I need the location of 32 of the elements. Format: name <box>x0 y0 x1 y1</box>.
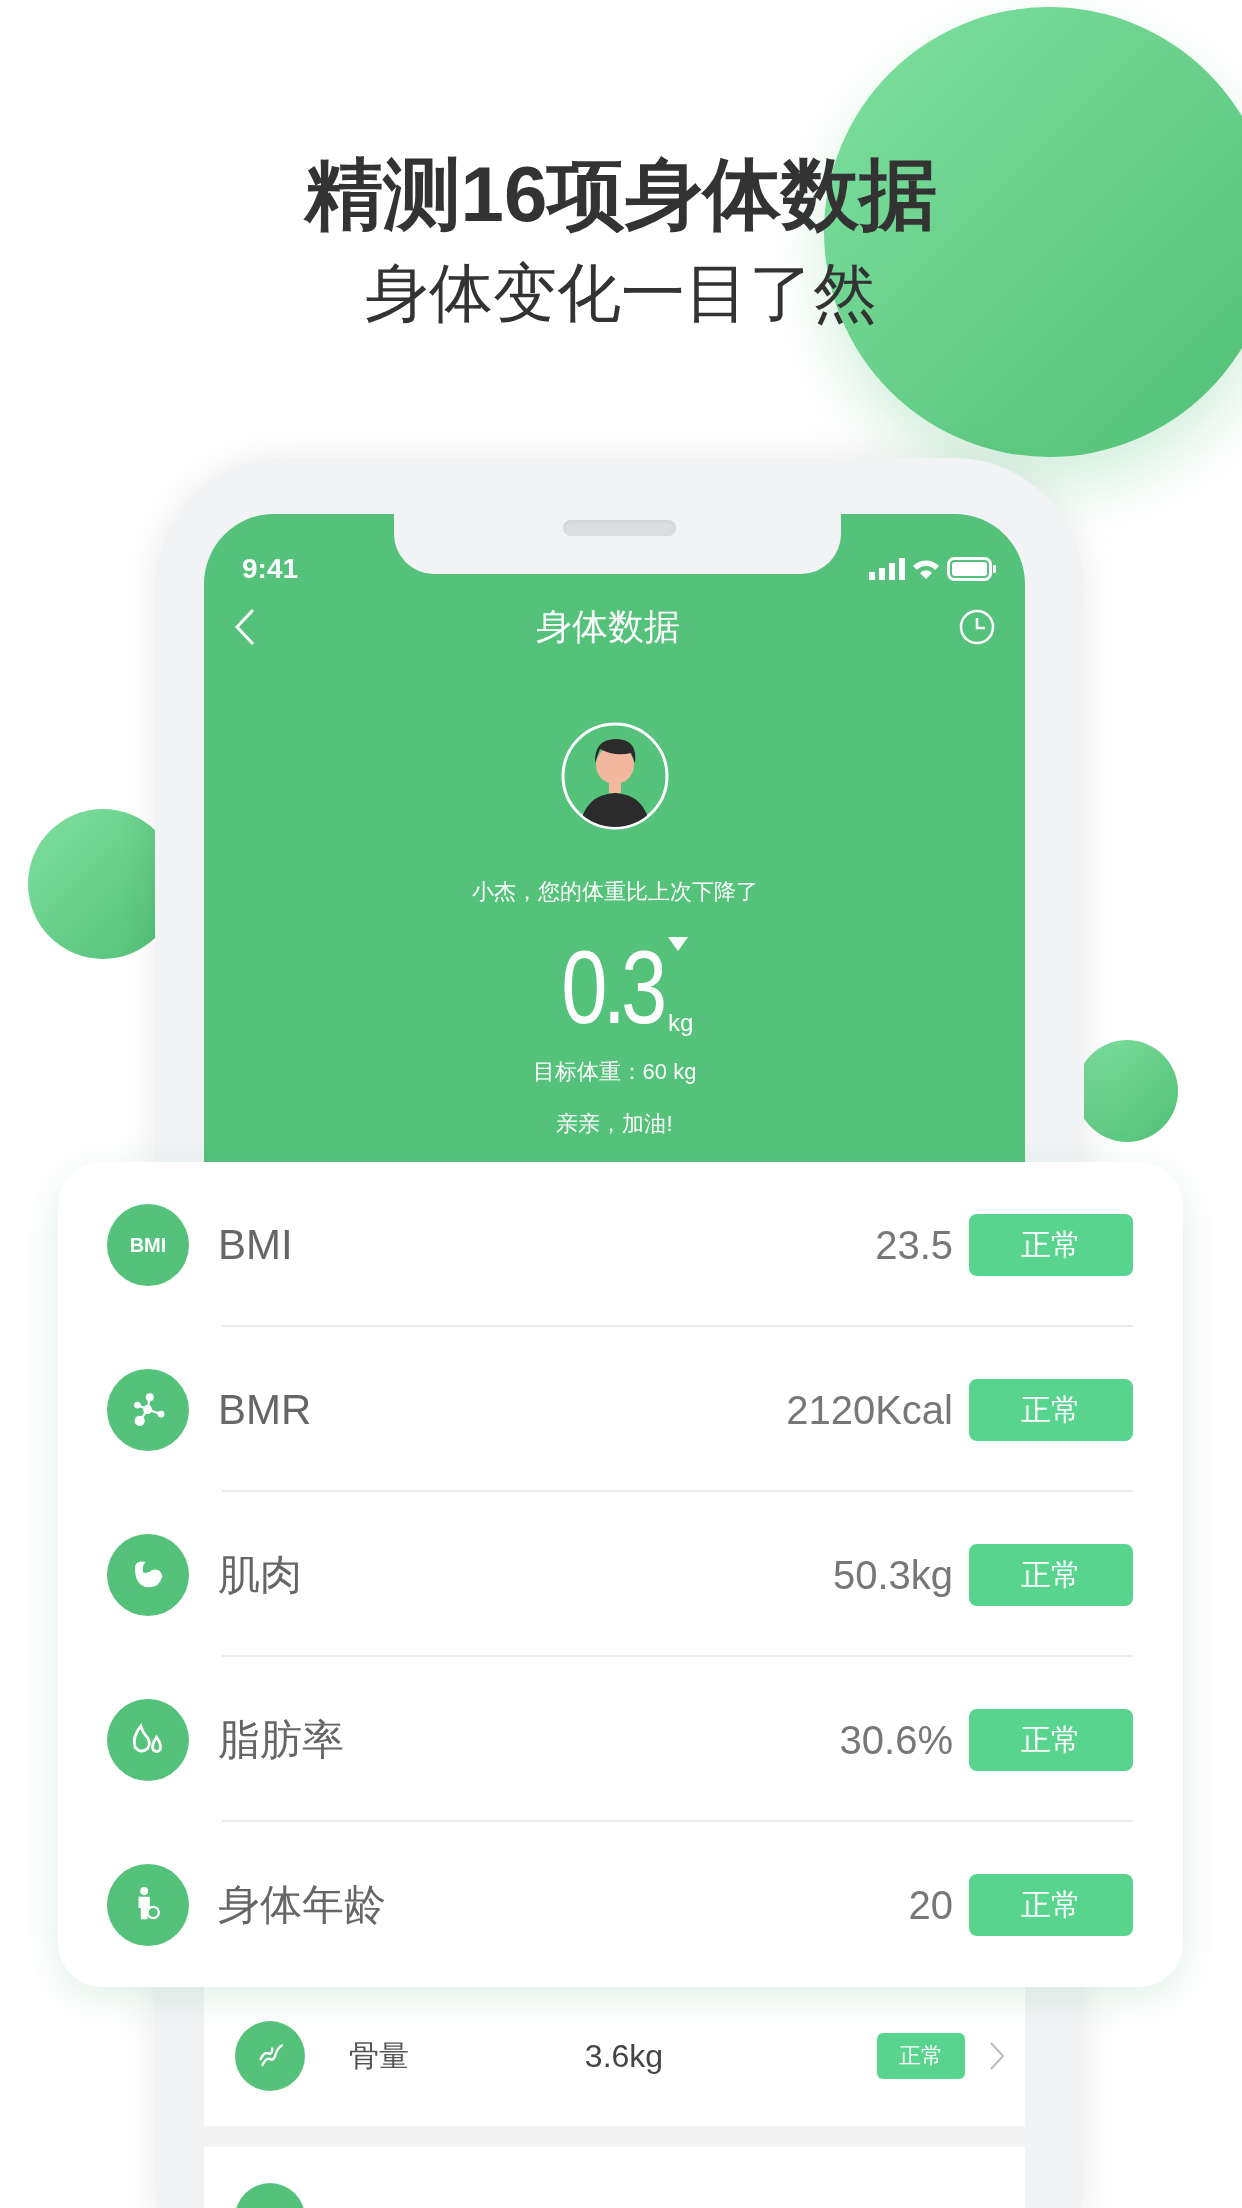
battery-icon <box>947 557 997 581</box>
signal-icon <box>869 558 905 580</box>
status-badge: 正常 <box>969 1873 1133 1936</box>
weight-message: 小杰，您的体重比上次下降了 <box>471 878 758 906</box>
status-badge: 正常 <box>969 1378 1133 1441</box>
metric-value: 2120Kcal <box>786 1386 953 1434</box>
status-badge: 正常 <box>969 1213 1133 1276</box>
metric-label: 身体年龄 <box>218 1880 387 1930</box>
chevron-icon[interactable] <box>989 2040 1005 2071</box>
metric-label: 骨量 <box>349 2038 410 2074</box>
weight-change: 0.3 <box>560 937 663 1037</box>
metric-value: 20 <box>908 1881 953 1929</box>
metric-label: 脂肪率 <box>218 1715 345 1765</box>
cheer-text: 亲亲，加油! <box>556 1110 673 1138</box>
goal-weight: 目标体重：60 kg <box>532 1058 697 1086</box>
status-badge: 正常 <box>969 1543 1133 1606</box>
metric-label: BMR <box>218 1385 313 1435</box>
metric-label: BMI <box>218 1220 294 1270</box>
wifi-icon <box>911 558 941 580</box>
status-badge: 正常 <box>877 2032 965 2079</box>
status-badge: 正常 <box>969 1708 1133 1771</box>
page-title: 身体数据 <box>535 606 680 648</box>
back-icon[interactable] <box>234 608 256 646</box>
metric-value: 50.3kg <box>832 1551 953 1599</box>
metric-value: 3.6kg <box>583 2036 665 2076</box>
weight-unit: kg <box>668 1009 694 1037</box>
metric-value: 30.6% <box>839 1716 953 1764</box>
bmi-icon: BMI <box>107 1203 189 1286</box>
history-icon[interactable] <box>959 609 995 645</box>
metric-value: 23.5 <box>875 1221 953 1269</box>
status-time: 9:41 <box>242 552 299 586</box>
metric-label: 肌肉 <box>218 1550 303 1600</box>
